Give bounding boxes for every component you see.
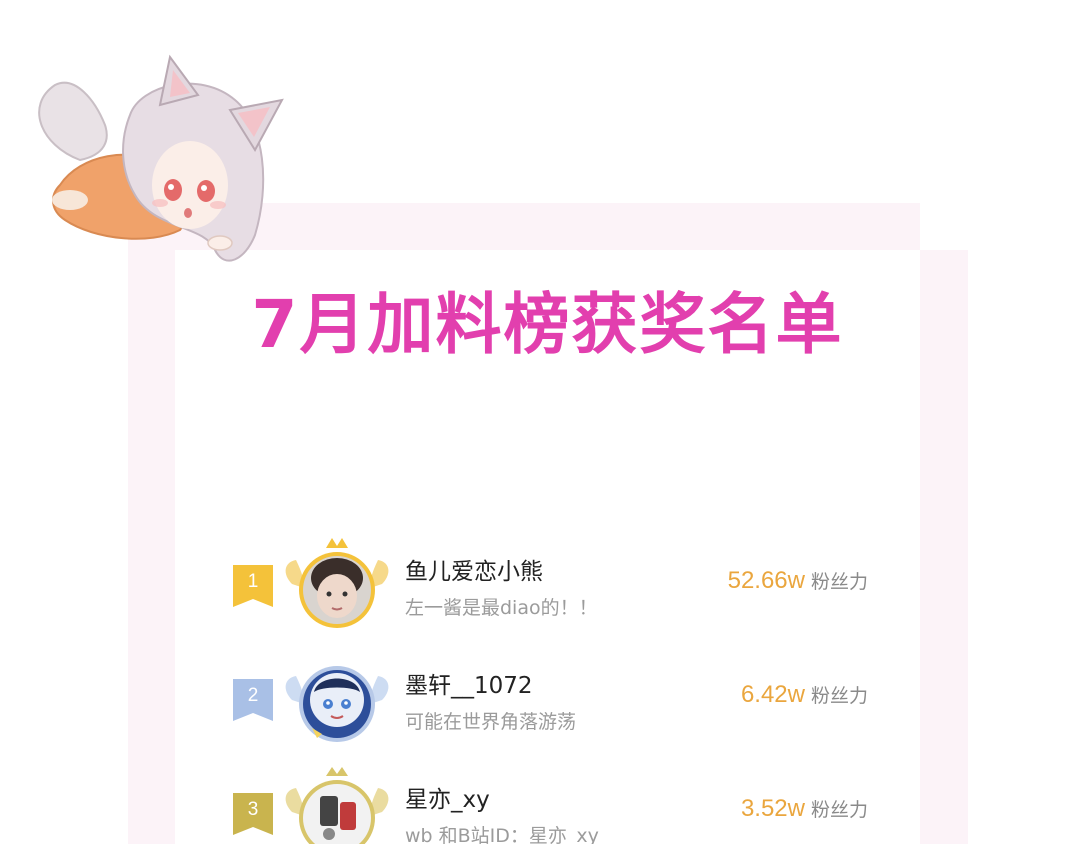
ranking-row-3[interactable]: 3 星亦_xy wb 和B站ID：星亦_xy 3.52w 粉丝力 bbox=[230, 767, 880, 844]
fan-power-value: 6.42w bbox=[740, 681, 805, 708]
user-bio: wb 和B站ID：星亦_xy bbox=[405, 825, 599, 844]
page-title: 7月加料榜获奖名单 bbox=[251, 286, 844, 363]
user-name[interactable]: 墨轩__1072 bbox=[405, 666, 533, 700]
fan-power-unit: 粉丝力 bbox=[810, 571, 868, 593]
user-name[interactable]: 鱼儿爱恋小熊 bbox=[405, 552, 543, 586]
rank-badge: 3 bbox=[233, 793, 273, 835]
ranking-row-2[interactable]: 2 墨轩__1072 可能在世界角落游荡 6.42w 粉丝力 bbox=[230, 656, 880, 746]
silver-wings-frame-icon[interactable] bbox=[282, 648, 392, 758]
fan-power: 52.66w 粉丝力 bbox=[728, 567, 868, 595]
card-notch bbox=[920, 203, 968, 250]
ranking-row-1[interactable]: 1 鱼儿爱恋小熊 左一酱是最diao的！！ 52.66w 粉丝力 bbox=[230, 538, 880, 632]
user-bio: 左一酱是最diao的！！ bbox=[405, 597, 598, 619]
fan-power-unit: 粉丝力 bbox=[810, 799, 868, 821]
user-name[interactable]: 星亦_xy bbox=[405, 780, 490, 814]
fan-power-value: 52.66w bbox=[727, 567, 805, 594]
rank-number: 1 bbox=[247, 571, 259, 592]
fox-girl-mascot-icon bbox=[20, 45, 295, 280]
fan-power-value: 3.52w bbox=[740, 795, 805, 822]
rank-number: 3 bbox=[247, 799, 259, 820]
rank-badge: 1 bbox=[233, 565, 273, 607]
rank-badge: 2 bbox=[233, 679, 273, 721]
fan-power: 3.52w 粉丝力 bbox=[741, 795, 868, 823]
bronze-wings-frame-icon[interactable] bbox=[282, 762, 392, 844]
fan-power: 6.42w 粉丝力 bbox=[741, 681, 868, 709]
fan-power-unit: 粉丝力 bbox=[810, 685, 868, 707]
rank-number: 2 bbox=[247, 685, 259, 706]
page: 7月加料榜获奖名单 1 鱼儿爱恋小熊 左一酱是最diao的！！ 52.66w 粉… bbox=[0, 0, 1080, 844]
gold-crown-wings-frame-icon[interactable] bbox=[282, 534, 392, 644]
user-bio: 可能在世界角落游荡 bbox=[405, 711, 577, 733]
